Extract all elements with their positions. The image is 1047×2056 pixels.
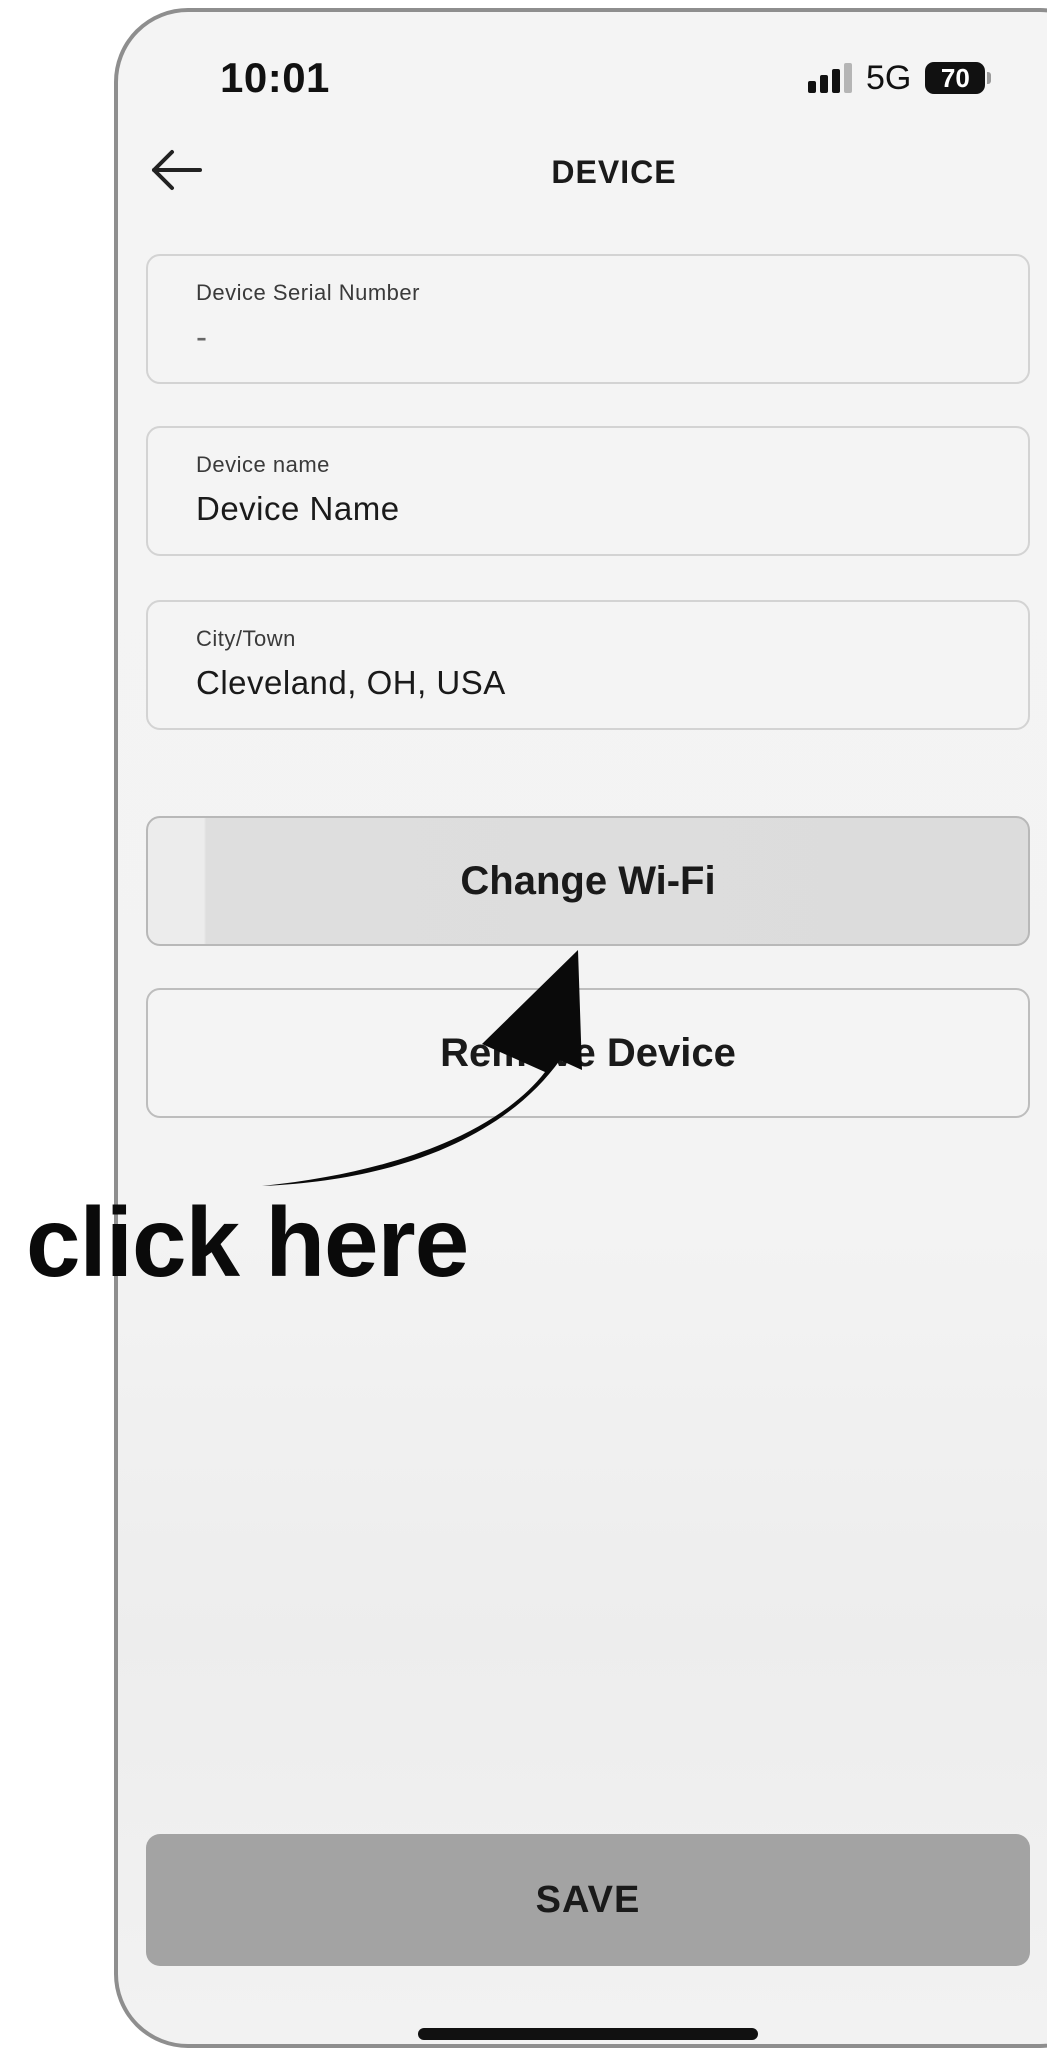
page-title: DEVICE <box>551 154 677 190</box>
phone-frame: 10:01 5G 70 DEVICE Device Serial Number … <box>114 8 1047 2048</box>
serial-number-value: - <box>196 318 208 355</box>
device-name-input[interactable]: Device Name <box>196 490 400 528</box>
battery-level: 70 <box>925 62 986 94</box>
city-town-input[interactable]: Cleveland, OH, USA <box>196 664 506 702</box>
serial-number-field: Device Serial Number - <box>146 254 1030 384</box>
screenshot-canvas: 10:01 5G 70 DEVICE Device Serial Number … <box>0 0 1047 2056</box>
click-here-annotation: click here <box>26 1187 469 1297</box>
serial-number-label: Device Serial Number <box>196 280 420 305</box>
save-button[interactable]: SAVE <box>146 1834 1030 1966</box>
remove-device-button[interactable]: Remove Device <box>146 988 1030 1118</box>
change-wifi-button[interactable]: Change Wi-Fi <box>146 816 1030 946</box>
status-time: 10:01 <box>220 54 330 101</box>
city-town-field[interactable]: City/Town Cleveland, OH, USA <box>146 600 1030 730</box>
home-indicator <box>418 2028 758 2040</box>
battery-icon: 70 <box>925 62 992 94</box>
device-name-field[interactable]: Device name Device Name <box>146 426 1030 556</box>
city-town-label: City/Town <box>196 626 296 651</box>
status-indicators: 5G 70 <box>808 56 992 100</box>
signal-icon <box>808 63 852 93</box>
network-type: 5G <box>866 58 912 97</box>
device-name-label: Device name <box>196 452 330 477</box>
